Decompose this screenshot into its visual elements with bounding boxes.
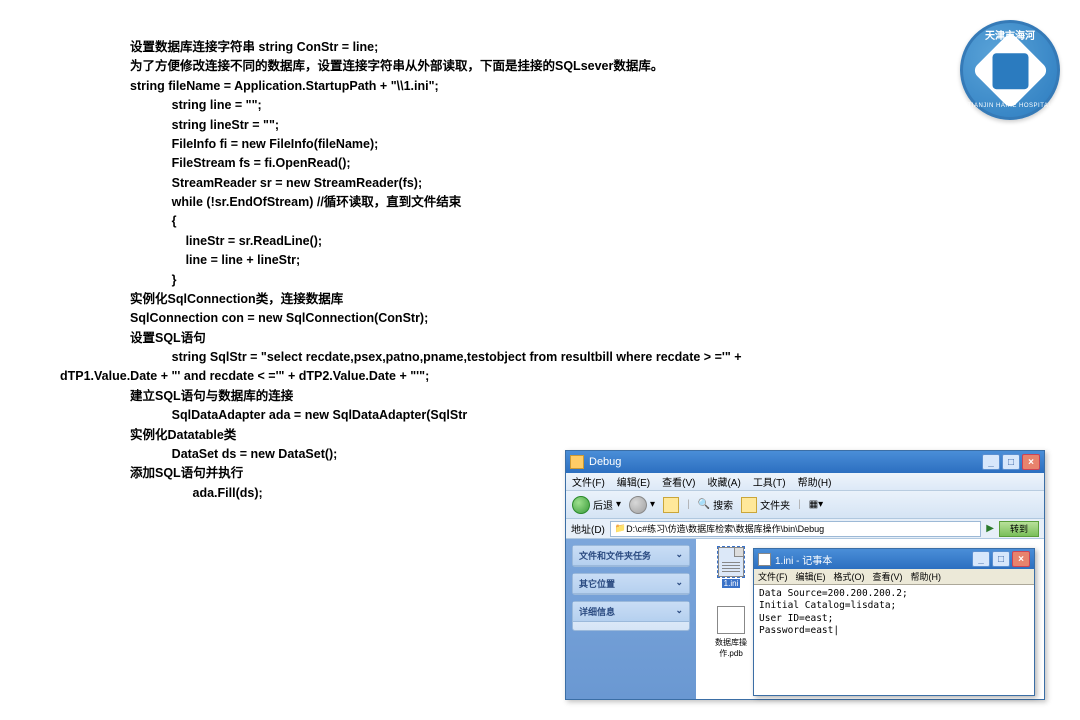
maximize-button[interactable]: □ bbox=[1002, 454, 1020, 470]
address-label: 地址(D) bbox=[571, 521, 605, 536]
folders-button[interactable]: 文件夹 bbox=[741, 497, 790, 513]
search-button[interactable]: 🔍搜索 bbox=[698, 497, 733, 512]
notepad-window: 1.ini - 记事本 _ □ × 文件(F) 编辑(E) 格式(O) 查看(V… bbox=[753, 548, 1035, 696]
notepad-title-text: 1.ini - 记事本 bbox=[775, 552, 832, 567]
forward-button[interactable]: ▾ bbox=[629, 496, 655, 514]
code-line: { bbox=[130, 212, 1040, 231]
address-input[interactable]: 📁 D:\c#练习\仿造\数据库检索\数据库操作\bin\Debug bbox=[610, 521, 981, 537]
code-line: string SqlStr = "select recdate,psex,pat… bbox=[130, 348, 1040, 367]
close-button[interactable]: × bbox=[1022, 454, 1040, 470]
code-line: FileStream fs = fi.OpenRead(); bbox=[130, 154, 1040, 173]
minimize-button[interactable]: _ bbox=[972, 551, 990, 567]
notepad-menubar: 文件(F) 编辑(E) 格式(O) 查看(V) 帮助(H) bbox=[754, 569, 1034, 585]
explorer-addressbar: 地址(D) 📁 D:\c#练习\仿造\数据库检索\数据库操作\bin\Debug… bbox=[566, 519, 1044, 539]
menu-help[interactable]: 帮助(H) bbox=[911, 570, 942, 583]
maximize-button[interactable]: □ bbox=[992, 551, 1010, 567]
file-item[interactable]: 数据库操作.pdb bbox=[704, 605, 758, 659]
code-line: string line = ""; bbox=[130, 96, 1040, 115]
menu-file[interactable]: 文件(F) bbox=[758, 570, 788, 583]
menu-view[interactable]: 查看(V) bbox=[873, 570, 903, 583]
sidebar-panel-tasks[interactable]: 文件和文件夹任务⌄ bbox=[572, 545, 690, 567]
back-button[interactable]: 后退 ▾ bbox=[572, 496, 621, 514]
menu-fav[interactable]: 收藏(A) bbox=[707, 474, 740, 489]
up-button[interactable] bbox=[663, 497, 679, 513]
code-line: 设置SQL语句 bbox=[130, 329, 1040, 348]
explorer-sidebar: 文件和文件夹任务⌄ 其它位置⌄ 详细信息⌄ bbox=[566, 539, 696, 699]
code-line: SqlConnection con = new SqlConnection(Co… bbox=[130, 309, 1040, 328]
code-line: while (!sr.EndOfStream) //循环读取，直到文件结束 bbox=[130, 193, 1040, 212]
code-line: string lineStr = ""; bbox=[130, 116, 1040, 135]
explorer-titlebar[interactable]: Debug _ □ × bbox=[566, 451, 1044, 473]
menu-tools[interactable]: 工具(T) bbox=[753, 474, 786, 489]
code-line: line = line + lineStr; bbox=[130, 251, 1040, 270]
explorer-title-text: Debug bbox=[589, 456, 621, 468]
code-line: 为了方便修改连接不同的数据库，设置连接字符串从外部读取，下面是挂接的SQLsev… bbox=[130, 57, 1040, 76]
file-item[interactable]: 1.ini bbox=[704, 547, 758, 601]
sidebar-panel-details[interactable]: 详细信息⌄ bbox=[572, 601, 690, 631]
explorer-menubar: 文件(F) 编辑(E) 查看(V) 收藏(A) 工具(T) 帮助(H) bbox=[566, 473, 1044, 491]
code-block: 设置数据库连接字符串 string ConStr = line; 为了方便修改连… bbox=[0, 0, 1080, 503]
code-line: SqlDataAdapter ada = new SqlDataAdapter(… bbox=[130, 406, 1040, 425]
explorer-toolbar: 后退 ▾ ▾ | 🔍搜索 文件夹 | ▦▾ bbox=[566, 491, 1044, 519]
folder-icon bbox=[570, 455, 584, 469]
code-line: 建立SQL语句与数据库的连接 bbox=[130, 387, 1040, 406]
hospital-logo: 天津市海河 TIANJIN HAIHE HOSPITAL bbox=[960, 20, 1060, 120]
code-line: 实例化SqlConnection类，连接数据库 bbox=[130, 290, 1040, 309]
code-line: dTP1.Value.Date + "' and recdate < ='" +… bbox=[60, 367, 1040, 386]
code-line: FileInfo fi = new FileInfo(fileName); bbox=[130, 135, 1040, 154]
menu-format[interactable]: 格式(O) bbox=[834, 570, 865, 583]
notepad-titlebar[interactable]: 1.ini - 记事本 _ □ × bbox=[754, 549, 1034, 569]
code-line: 实例化Datatable类 bbox=[130, 426, 1040, 445]
close-button[interactable]: × bbox=[1012, 551, 1030, 567]
code-line: } bbox=[130, 271, 1040, 290]
menu-edit[interactable]: 编辑(E) bbox=[796, 570, 826, 583]
minimize-button[interactable]: _ bbox=[982, 454, 1000, 470]
menu-view[interactable]: 查看(V) bbox=[662, 474, 695, 489]
sidebar-panel-other[interactable]: 其它位置⌄ bbox=[572, 573, 690, 595]
code-line: 设置数据库连接字符串 string ConStr = line; bbox=[130, 38, 1040, 57]
goto-button[interactable]: 转到 bbox=[999, 521, 1039, 537]
code-line: StreamReader sr = new StreamReader(fs); bbox=[130, 174, 1040, 193]
views-button[interactable]: ▦▾ bbox=[809, 499, 823, 510]
code-line: lineStr = sr.ReadLine(); bbox=[130, 232, 1040, 251]
menu-file[interactable]: 文件(F) bbox=[572, 474, 605, 489]
menu-help[interactable]: 帮助(H) bbox=[798, 474, 832, 489]
notepad-content[interactable]: Data Source=200.200.200.2; Initial Catal… bbox=[754, 585, 1034, 640]
notepad-icon bbox=[758, 553, 771, 566]
menu-edit[interactable]: 编辑(E) bbox=[617, 474, 650, 489]
code-line: string fileName = Application.StartupPat… bbox=[130, 77, 1040, 96]
logo-text-bottom: TIANJIN HAIHE HOSPITAL bbox=[963, 103, 1057, 109]
